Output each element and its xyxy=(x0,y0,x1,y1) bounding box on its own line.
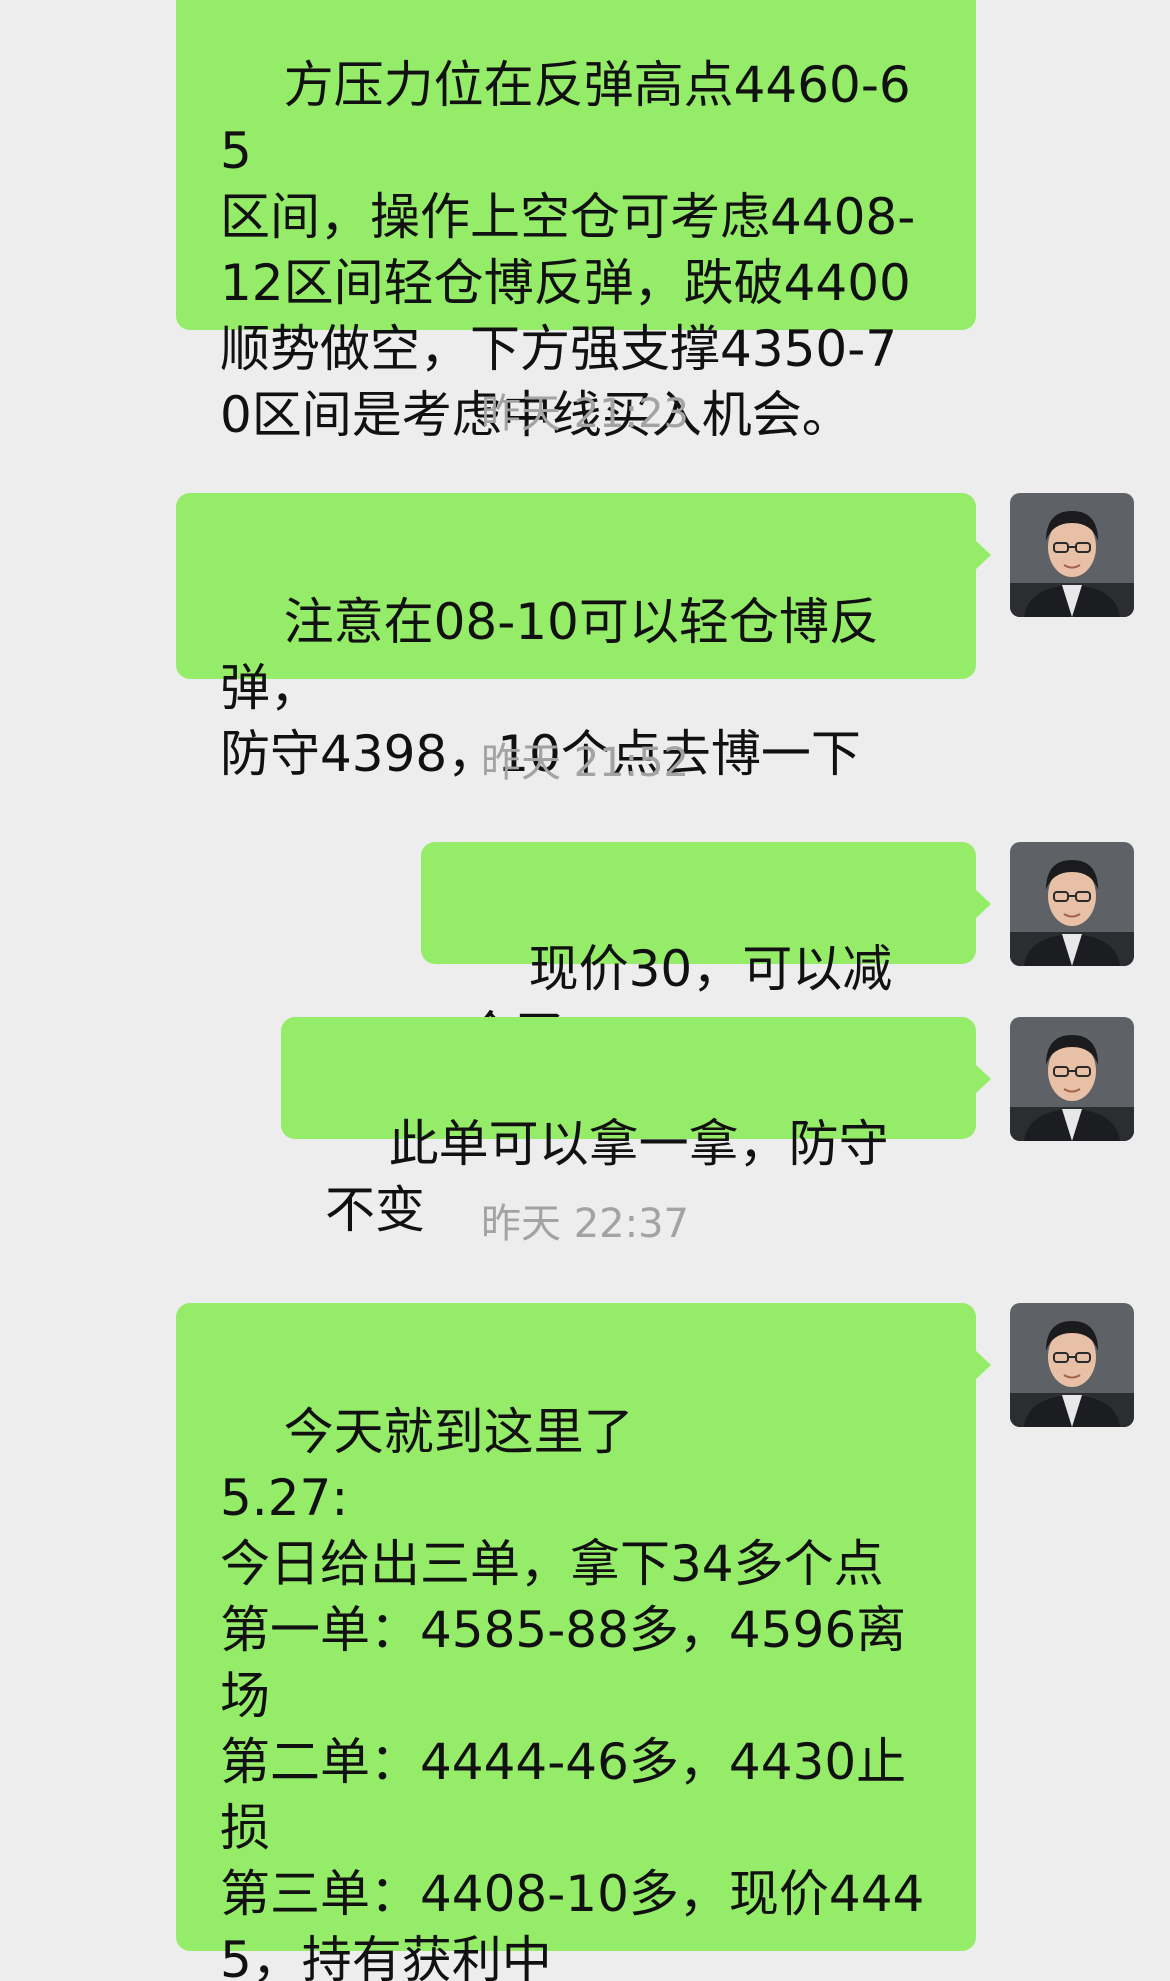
message-timestamp: 昨天 21:52 xyxy=(481,740,689,786)
message-bubble-sent[interactable]: 今天就到这里了 5.27: 今日给出三单，拿下34多个点 第一单：4585-88… xyxy=(176,1303,991,1981)
user-avatar-icon[interactable] xyxy=(1010,842,1134,966)
message-bubble-sent[interactable]: 现价30，可以减仓了 xyxy=(421,842,991,1064)
message-timestamp: 昨天 21:23 xyxy=(481,391,689,437)
message-bubble-sent[interactable]: 此单可以拿一拿，防守不变 xyxy=(281,1017,991,1239)
user-avatar-icon[interactable] xyxy=(1010,1303,1134,1427)
message-timestamp: 昨天 22:37 xyxy=(481,1201,689,1247)
message-bubble-sent[interactable]: 方压力位在反弹高点4460-65 区间，操作上空仓可考虑4408- 12区间轻仓… xyxy=(176,0,976,444)
bubble-tail xyxy=(975,540,991,570)
chat-message-list[interactable]: 方压力位在反弹高点4460-65 区间，操作上空仓可考虑4408- 12区间轻仓… xyxy=(0,0,1170,1981)
user-avatar-icon[interactable] xyxy=(1010,1017,1134,1141)
bubble-tail xyxy=(975,1350,991,1380)
bubble-tail xyxy=(975,889,991,919)
message-text: 方压力位在反弹高点4460-65 区间，操作上空仓可考虑4408- 12区间轻仓… xyxy=(220,56,916,444)
bubble-tail xyxy=(975,1064,991,1094)
user-avatar-icon[interactable] xyxy=(1010,493,1134,617)
message-text: 今天就到这里了 5.27: 今日给出三单，拿下34多个点 第一单：4585-88… xyxy=(220,1403,925,1981)
message-bubble-sent[interactable]: 注意在08-10可以轻仓博反弹， 防守4398，10个点去博一下 xyxy=(176,493,991,783)
